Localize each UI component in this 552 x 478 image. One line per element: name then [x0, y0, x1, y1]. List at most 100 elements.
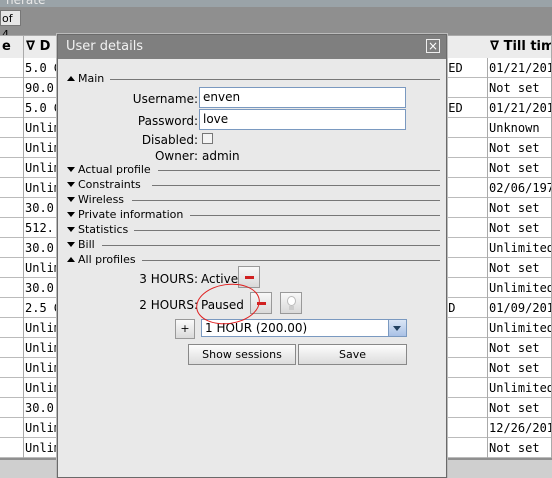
cell-status — [440, 418, 488, 438]
cell-status: TED — [440, 98, 488, 118]
section-all-profiles-label: All profiles — [78, 253, 136, 266]
dialog-title: User details — [66, 39, 144, 54]
expand-down-icon — [67, 242, 75, 247]
cell-d: 512.( — [24, 218, 57, 238]
password-label: Password: — [137, 114, 198, 128]
section-main-label: Main — [78, 72, 105, 85]
section-divider — [132, 200, 440, 201]
user-details-dialog: User details × Main Username: enven Pass… — [57, 34, 447, 478]
cell-d: 30.0 — [24, 238, 57, 258]
section-all-profiles[interactable]: All profiles — [66, 253, 440, 267]
cell-e — [0, 318, 24, 338]
lightbulb-icon — [287, 296, 296, 306]
section-private-information[interactable]: Private information — [66, 208, 440, 222]
cell-e — [0, 218, 24, 238]
password-field[interactable]: love — [199, 109, 406, 130]
cell-d: 2.5 G — [24, 298, 57, 318]
section-divider — [134, 230, 440, 231]
cell-till-time: Unlimited — [488, 278, 552, 298]
cell-till-time: Not set — [488, 198, 552, 218]
cell-status: ED — [440, 298, 488, 318]
profile-3-hours-label: 3 HOURS: — [139, 272, 198, 286]
username-field[interactable]: enven — [199, 87, 406, 108]
cell-e — [0, 378, 24, 398]
remove-icon — [245, 276, 254, 279]
column-header-d[interactable]: ∇ D — [24, 36, 57, 58]
section-divider — [152, 185, 440, 186]
top-strip — [0, 0, 552, 7]
cell-till-time: Unlimited — [488, 318, 552, 338]
pager-label: of 4 — [0, 10, 21, 41]
owner-value: admin — [202, 149, 240, 163]
section-constraints[interactable]: Constraints — [66, 178, 440, 192]
cell-e — [0, 418, 24, 438]
cell-status — [440, 258, 488, 278]
cell-status — [440, 358, 488, 378]
cell-e — [0, 278, 24, 298]
cell-e — [0, 298, 24, 318]
section-statistics[interactable]: Statistics — [66, 223, 440, 237]
cell-d: Unlim — [24, 438, 57, 458]
cell-d: Unlim — [24, 178, 57, 198]
save-button[interactable]: Save — [298, 344, 407, 365]
cell-status — [440, 218, 488, 238]
cell-e — [0, 178, 24, 198]
cell-status: TED — [440, 58, 488, 78]
dialog-title-bar[interactable]: User details — [58, 35, 446, 59]
column-header-e[interactable]: e — [0, 36, 24, 58]
cell-e — [0, 158, 24, 178]
cell-till-time: Unlimited — [488, 378, 552, 398]
cell-till-time: 01/21/201 — [488, 58, 552, 78]
section-private-information-label: Private information — [78, 208, 184, 221]
cell-e — [0, 198, 24, 218]
cell-till-time: 02/06/197 — [488, 178, 552, 198]
lightbulb-base — [289, 306, 294, 310]
profile-2-hours-label: 2 HOURS: — [139, 298, 198, 312]
activate-profile-2-hours-button[interactable] — [280, 292, 302, 314]
section-wireless[interactable]: Wireless — [66, 193, 440, 207]
cell-d: 30.0 — [24, 398, 57, 418]
section-actual-profile[interactable]: Actual profile — [66, 163, 440, 177]
cell-e — [0, 398, 24, 418]
expand-down-icon — [67, 227, 75, 232]
section-wireless-label: Wireless — [78, 193, 125, 206]
section-main[interactable]: Main — [66, 72, 440, 86]
cell-till-time: Not set — [488, 258, 552, 278]
disabled-checkbox[interactable] — [202, 133, 213, 144]
cell-d: 90.0 — [24, 78, 57, 98]
cell-e — [0, 438, 24, 458]
cell-status — [440, 138, 488, 158]
cell-d: 5.0 G — [24, 98, 57, 118]
collapse-up-icon — [67, 257, 75, 262]
cell-status — [440, 438, 488, 458]
username-label: Username: — [132, 92, 198, 106]
column-header-till-time[interactable]: ∇ Till tim — [488, 36, 552, 58]
expand-down-icon — [67, 197, 75, 202]
cell-till-time: Unknown — [488, 118, 552, 138]
section-actual-profile-label: Actual profile — [78, 163, 151, 176]
cell-d: Unlim — [24, 318, 57, 338]
cell-status — [440, 378, 488, 398]
cell-d: Unlim — [24, 138, 57, 158]
cell-status — [440, 318, 488, 338]
cell-status — [440, 158, 488, 178]
cell-d: Unlim — [24, 258, 57, 278]
cell-d: 30.0 — [24, 278, 57, 298]
cell-status — [440, 238, 488, 258]
section-bill[interactable]: Bill — [66, 238, 440, 252]
show-sessions-button[interactable]: Show sessions — [188, 344, 296, 365]
section-divider — [158, 170, 440, 171]
cell-d: 30.0 — [24, 198, 57, 218]
chevron-down-icon[interactable] — [388, 320, 406, 336]
cell-e — [0, 78, 24, 98]
add-profile-button[interactable]: + — [175, 319, 195, 339]
cell-till-time: Not set — [488, 398, 552, 418]
top-strip-text: nerate — [6, 0, 46, 7]
cell-d: 5.0 G — [24, 58, 57, 78]
close-icon[interactable]: × — [426, 39, 440, 53]
cell-e — [0, 58, 24, 78]
cell-till-time: Not set — [488, 218, 552, 238]
cell-status — [440, 398, 488, 418]
cell-d: Unlim — [24, 358, 57, 378]
expand-down-icon — [67, 212, 75, 217]
